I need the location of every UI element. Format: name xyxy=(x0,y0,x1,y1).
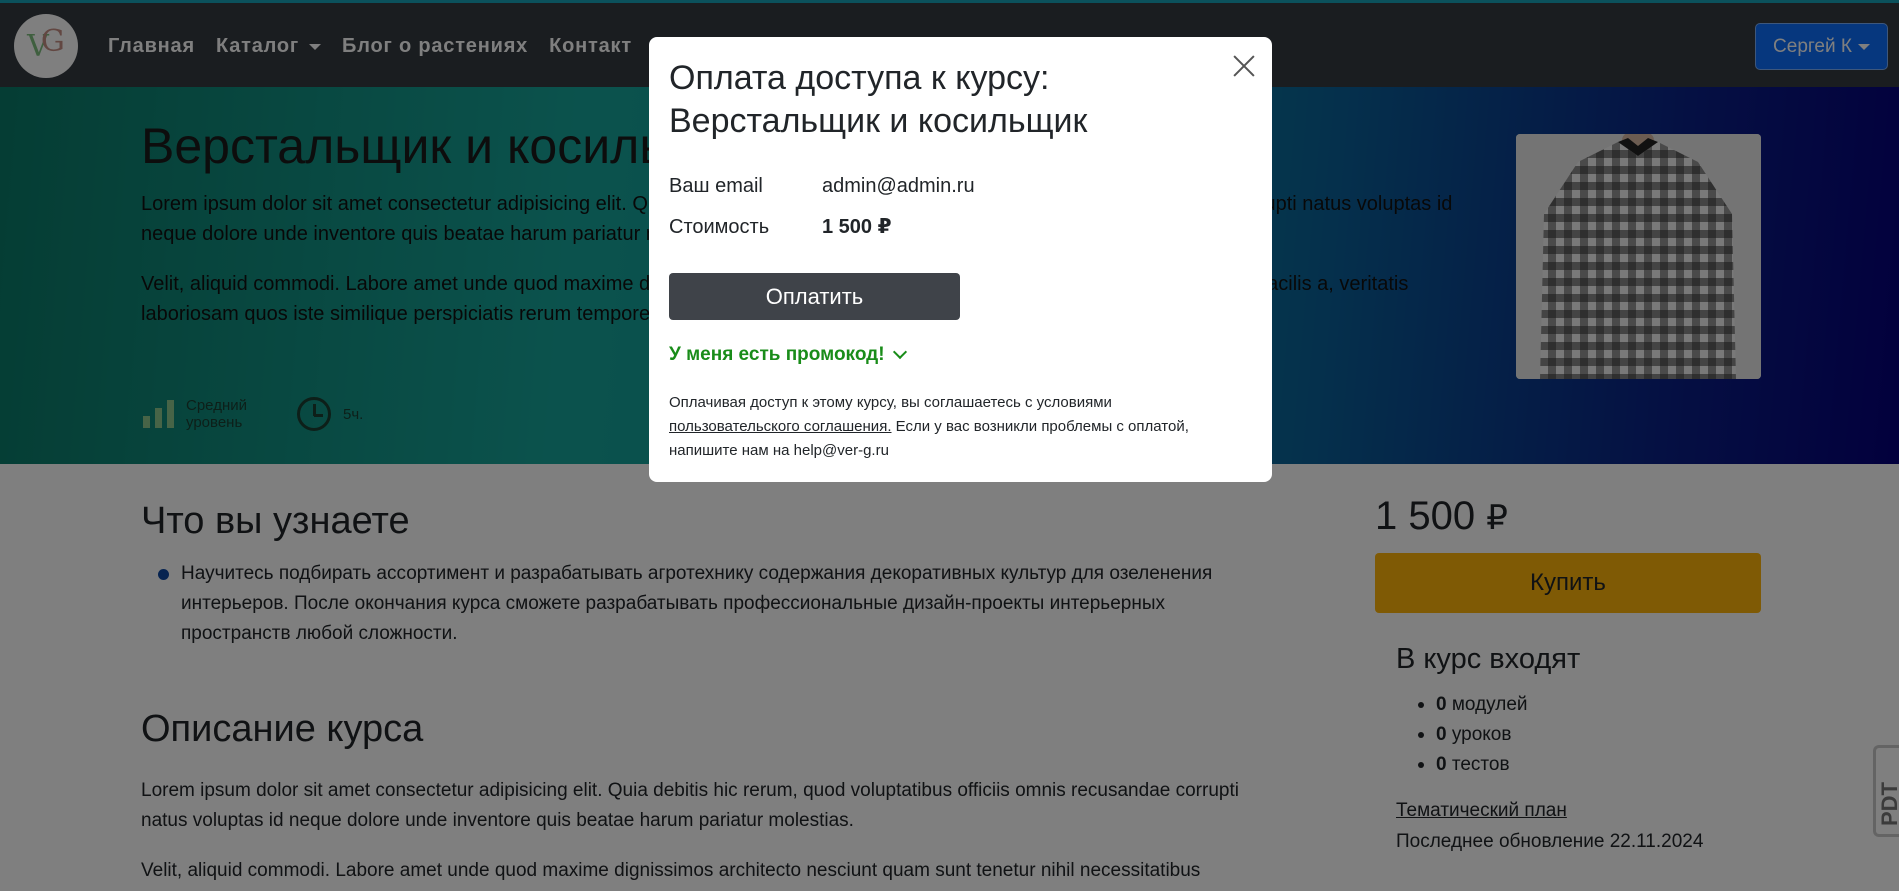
modal-title: Оплата доступа к курсу: Верстальщик и ко… xyxy=(669,59,1088,140)
email-value: admin@admin.ru xyxy=(822,175,975,197)
chevron-down-icon xyxy=(892,344,907,360)
email-label: Ваш email xyxy=(669,175,763,197)
cost-value: 1 500 ₽ xyxy=(822,214,892,239)
cost-amount: 1 500 xyxy=(822,216,873,238)
user-agreement-link[interactable]: пользовательского соглашения. xyxy=(669,418,891,435)
close-icon[interactable] xyxy=(1229,51,1259,81)
currency-sign: ₽ xyxy=(877,216,892,238)
terms-text: Оплачивая доступ к этому курсу, вы согла… xyxy=(669,391,1259,463)
promo-toggle[interactable]: У меня есть промокод! xyxy=(669,344,907,366)
cost-label: Стоимость xyxy=(669,216,770,238)
payment-modal: Оплата доступа к курсу: Верстальщик и ко… xyxy=(649,37,1272,482)
pay-button[interactable]: Оплатить xyxy=(669,273,960,320)
terms-part: Оплачивая доступ к этому курсу, вы согла… xyxy=(669,394,1112,411)
promo-label: У меня есть промокод! xyxy=(669,344,885,365)
